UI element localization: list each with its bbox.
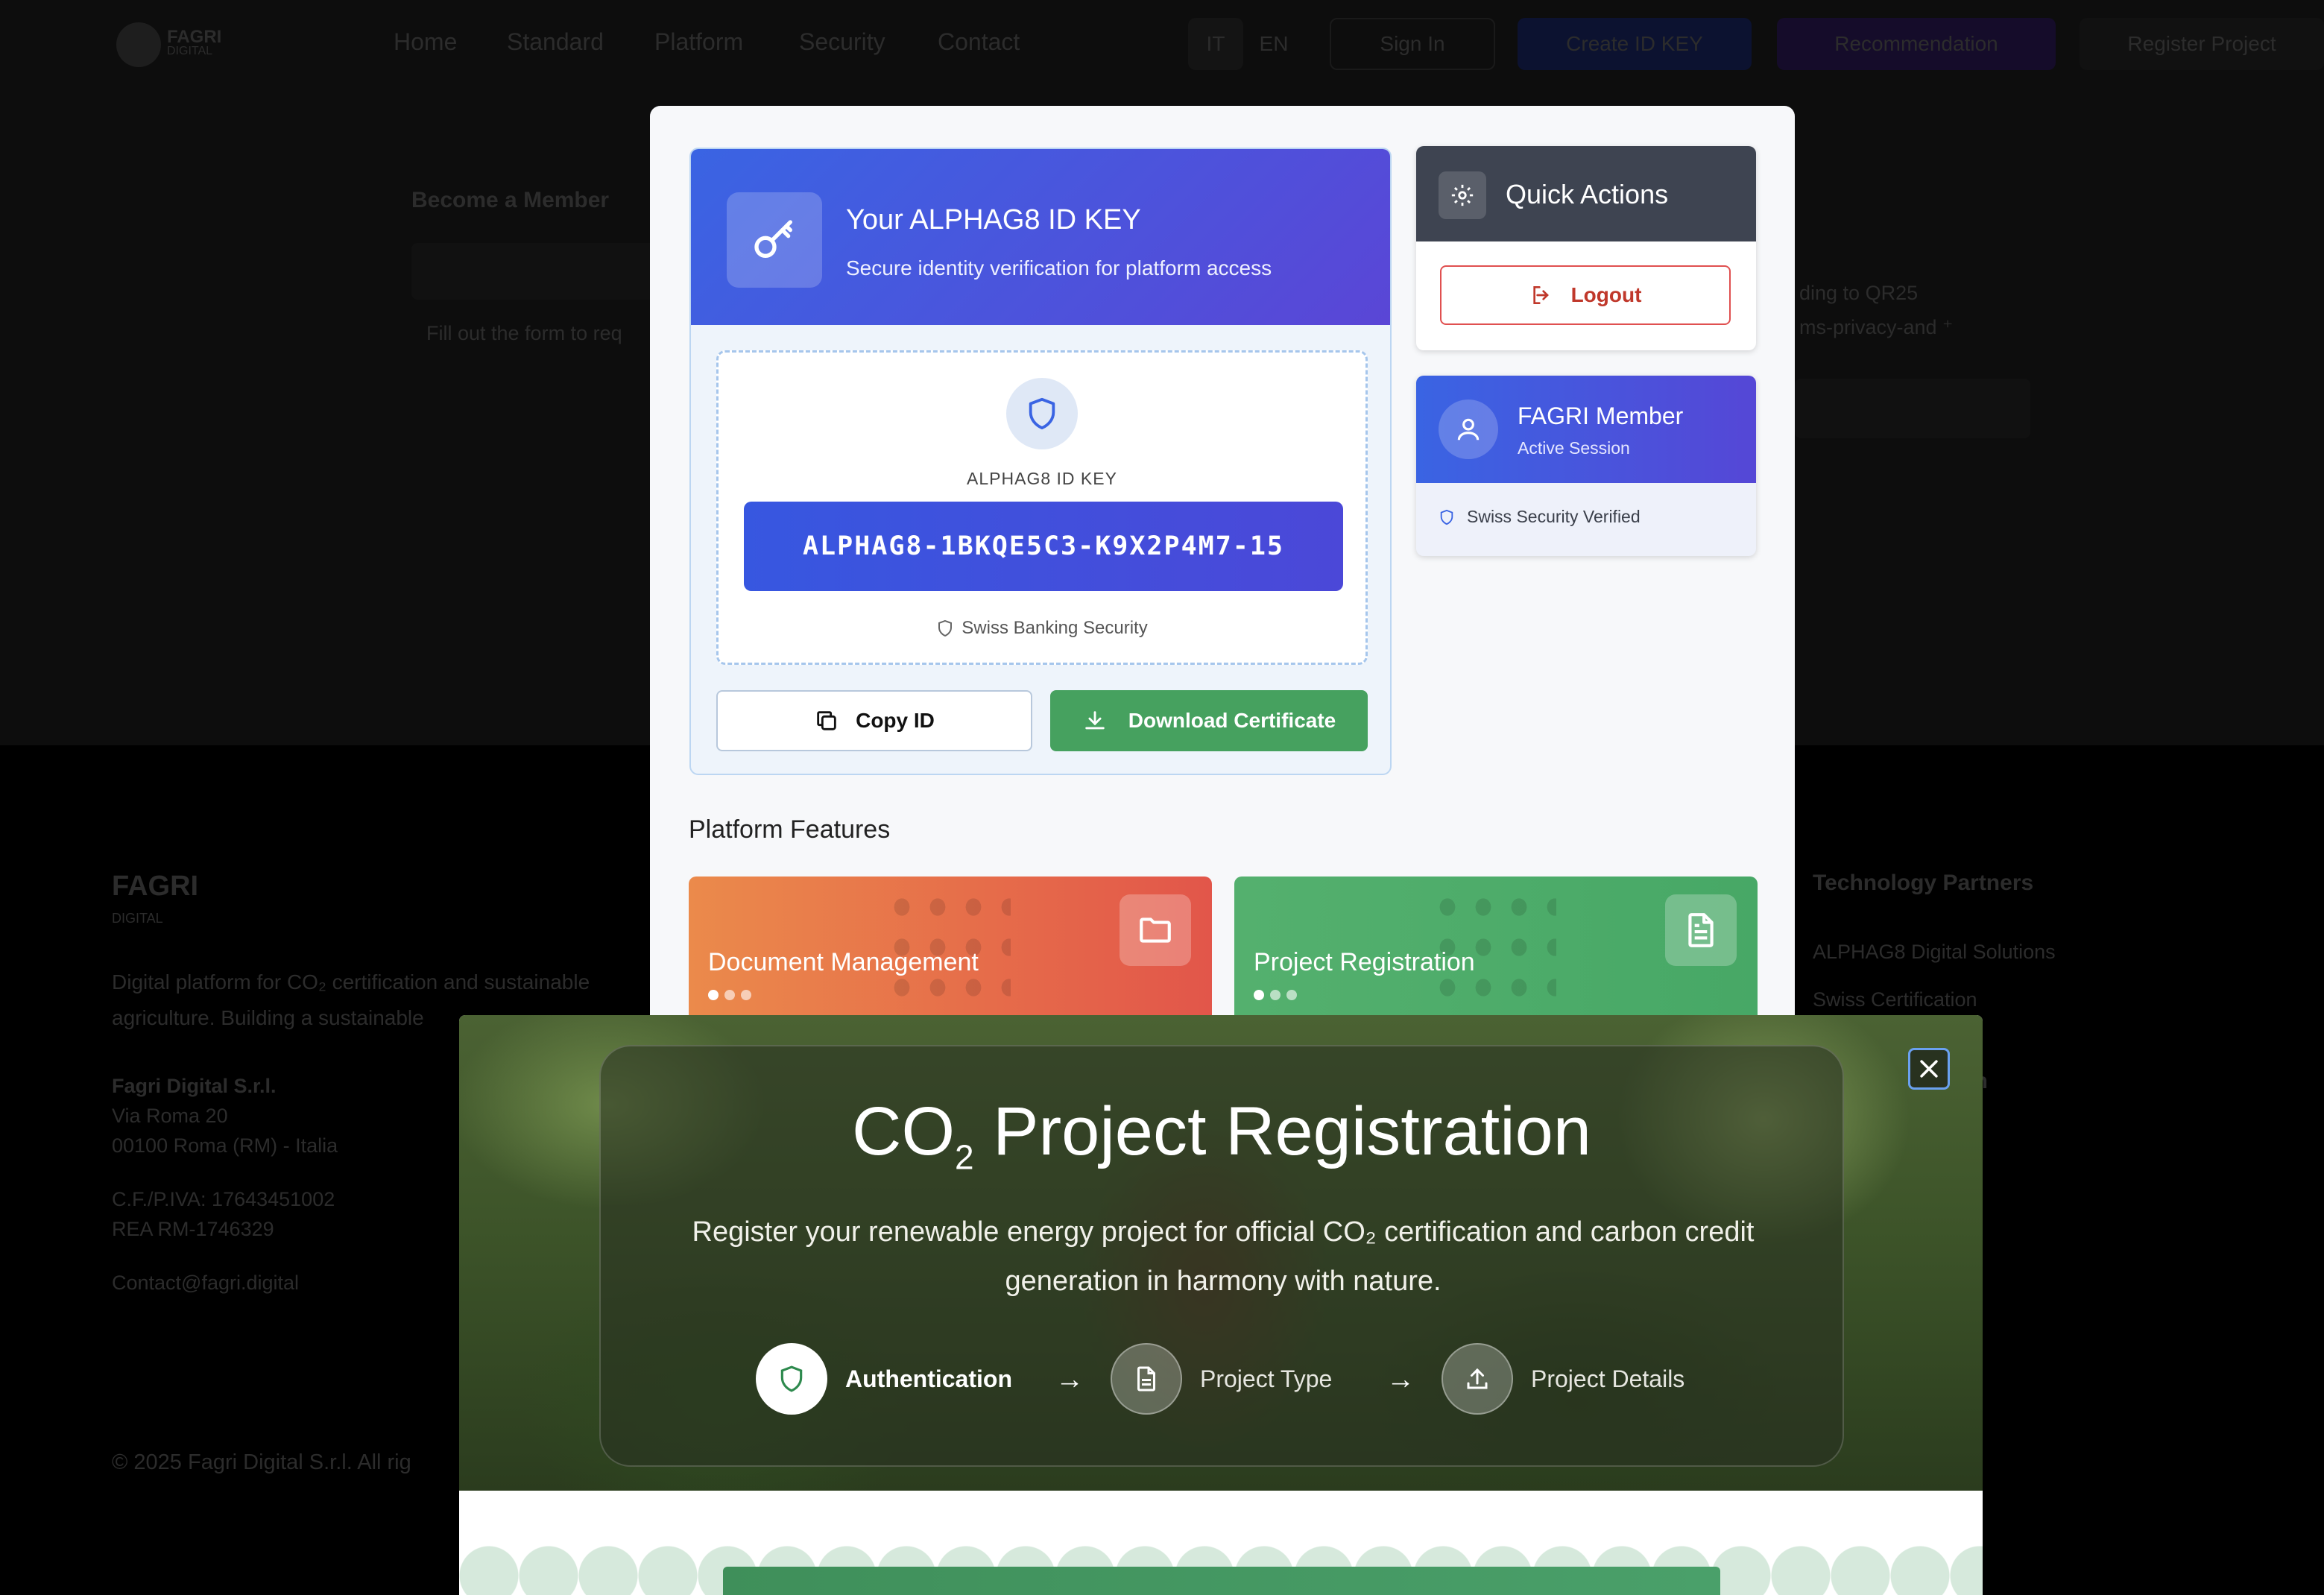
footer-desc-2: agriculture. Building a sustainable (112, 1006, 424, 1029)
quick-actions-card: Quick Actions Logout (1416, 146, 1756, 350)
id-key-label: ALPHAG8 ID KEY (967, 469, 1117, 488)
user-icon (1439, 399, 1498, 459)
footer-copyright: © 2025 Fagri Digital S.r.l. All rig (112, 1450, 411, 1474)
security-note: Swiss Banking Security (719, 618, 1365, 639)
id-key-modal: Your ALPHAG8 ID KEY Secure identity veri… (650, 106, 1795, 1030)
upload-icon (1442, 1343, 1513, 1415)
gear-icon (1439, 171, 1486, 219)
nav-contact[interactable]: Contact (938, 28, 1020, 56)
background-logo (116, 22, 161, 67)
background-submit-button (1795, 379, 2030, 438)
member-status: Active Session (1518, 438, 1630, 458)
footer-brand: FAGRI (112, 871, 199, 902)
quick-actions-header: Quick Actions (1416, 146, 1756, 241)
document-icon (1111, 1343, 1182, 1415)
id-key-box: ALPHAG8 ID KEY ALPHAG8-1BKQE5C3-K9X2P4M7… (716, 350, 1368, 665)
create-id-key-button[interactable]: Create ID KEY (1518, 18, 1752, 70)
recommendation-button[interactable]: Recommendation (1777, 18, 2056, 70)
copy-id-label: Copy ID (856, 709, 935, 732)
become-member-heading: Become a Member (411, 188, 610, 212)
footer-brand-sub: DIGITAL (112, 911, 163, 926)
copy-icon (817, 711, 836, 730)
feature-name: Document Management (708, 948, 979, 976)
member-header: FAGRI Member Active Session (1416, 376, 1756, 483)
download-icon (1085, 711, 1105, 730)
registration-hero-panel: CO2 Project Registration Register your r… (599, 1045, 1844, 1467)
feature-document-management[interactable]: Document Management (689, 877, 1212, 1030)
id-key-subtitle: Secure identity verification for platfor… (846, 256, 1272, 279)
member-name: FAGRI Member (1518, 402, 1684, 429)
footer-tech-partners: Technology Partners (1813, 871, 2034, 895)
background-right-text-2: ms-privacy-and ⁺ (1799, 316, 1954, 338)
shield-icon (1440, 509, 1453, 525)
logout-button[interactable]: Logout (1440, 265, 1731, 325)
footer-address-2: 00100 Roma (RM) - Italia (112, 1134, 338, 1157)
footer-partner-2[interactable]: Swiss Certification (1813, 988, 1977, 1011)
registration-description: Register your renewable energy project f… (692, 1216, 1755, 1297)
folder-icon (1120, 894, 1191, 966)
shield-icon (756, 1343, 827, 1415)
nav-security[interactable]: Security (799, 28, 885, 56)
arrow-right-icon: → (1055, 1364, 1084, 1395)
footer-vat: C.F./P.IVA: 17643451002 (112, 1188, 335, 1210)
id-key-title: Your ALPHAG8 ID KEY (846, 204, 1141, 236)
background-form-hint: Fill out the form to req (426, 322, 622, 344)
logout-label: Logout (1570, 283, 1642, 306)
register-project-button[interactable]: Register Project (2080, 18, 2324, 70)
verified-label: Swiss Security Verified (1467, 507, 1641, 526)
feature-name: Project Registration (1254, 948, 1475, 976)
nav-home[interactable]: Home (394, 28, 457, 56)
background-form-button (411, 243, 657, 300)
security-note-label: Swiss Banking Security (962, 618, 1148, 638)
arrow-right-icon: → (1386, 1364, 1415, 1395)
footer-contact-link[interactable]: Contact@fagri.digital (112, 1272, 299, 1295)
registration-content-bar (723, 1567, 1720, 1595)
footer-desc-1: Digital platform for CO₂ certification a… (112, 970, 590, 994)
footer-partner-1[interactable]: ALPHAG8 Digital Solutions (1813, 941, 2056, 964)
logout-icon (1532, 286, 1549, 304)
nav-standard[interactable]: Standard (507, 28, 604, 56)
step-authentication[interactable]: Authentication (756, 1343, 1012, 1415)
download-certificate-label: Download Certificate (1128, 709, 1336, 732)
shield-icon (1029, 397, 1055, 430)
step-project-type[interactable]: Project Type (1111, 1343, 1332, 1415)
download-certificate-button[interactable]: Download Certificate (1050, 690, 1368, 751)
verified-note: Swiss Security Verified (1439, 507, 1641, 527)
registration-title: CO2 Project Registration (852, 1093, 1591, 1177)
step-label: Project Type (1200, 1365, 1333, 1392)
background-right-text-1: ding to QR25 (1799, 282, 1919, 304)
lang-en[interactable]: EN (1246, 18, 1301, 70)
id-key-value[interactable]: ALPHAG8-1BKQE5C3-K9X2P4M7-15 (744, 502, 1343, 591)
sign-in-button[interactable]: Sign In (1330, 18, 1495, 70)
key-icon (727, 192, 822, 288)
member-card: FAGRI Member Active Session Swiss Securi… (1416, 376, 1756, 556)
background-brand-sub: DIGITAL (167, 45, 213, 57)
close-icon (1920, 1060, 1938, 1078)
feature-dots (708, 990, 751, 1000)
nav-platform[interactable]: Platform (654, 28, 743, 56)
step-label: Authentication (845, 1365, 1012, 1392)
close-button[interactable] (1908, 1048, 1950, 1090)
step-project-details[interactable]: Project Details (1442, 1343, 1684, 1415)
id-key-card: Your ALPHAG8 ID KEY Secure identity veri… (689, 148, 1392, 775)
copy-id-button[interactable]: Copy ID (716, 690, 1032, 751)
step-label: Project Details (1531, 1365, 1685, 1392)
shield-badge (1006, 378, 1078, 449)
footer-company: Fagri Digital S.r.l. (112, 1075, 277, 1097)
document-icon (1665, 894, 1737, 966)
shield-icon (938, 619, 953, 637)
lang-it[interactable]: IT (1188, 18, 1243, 70)
feature-project-registration[interactable]: Project Registration (1234, 877, 1758, 1030)
platform-features-title: Platform Features (689, 815, 891, 844)
co2-registration-modal: CO2 Project Registration Register your r… (459, 1015, 1983, 1595)
id-key-card-header: Your ALPHAG8 ID KEY Secure identity veri… (691, 149, 1390, 325)
footer-rea: REA RM-1746329 (112, 1218, 274, 1240)
feature-dots (1254, 990, 1297, 1000)
footer-address-1: Via Roma 20 (112, 1105, 228, 1127)
quick-actions-title: Quick Actions (1506, 179, 1669, 209)
